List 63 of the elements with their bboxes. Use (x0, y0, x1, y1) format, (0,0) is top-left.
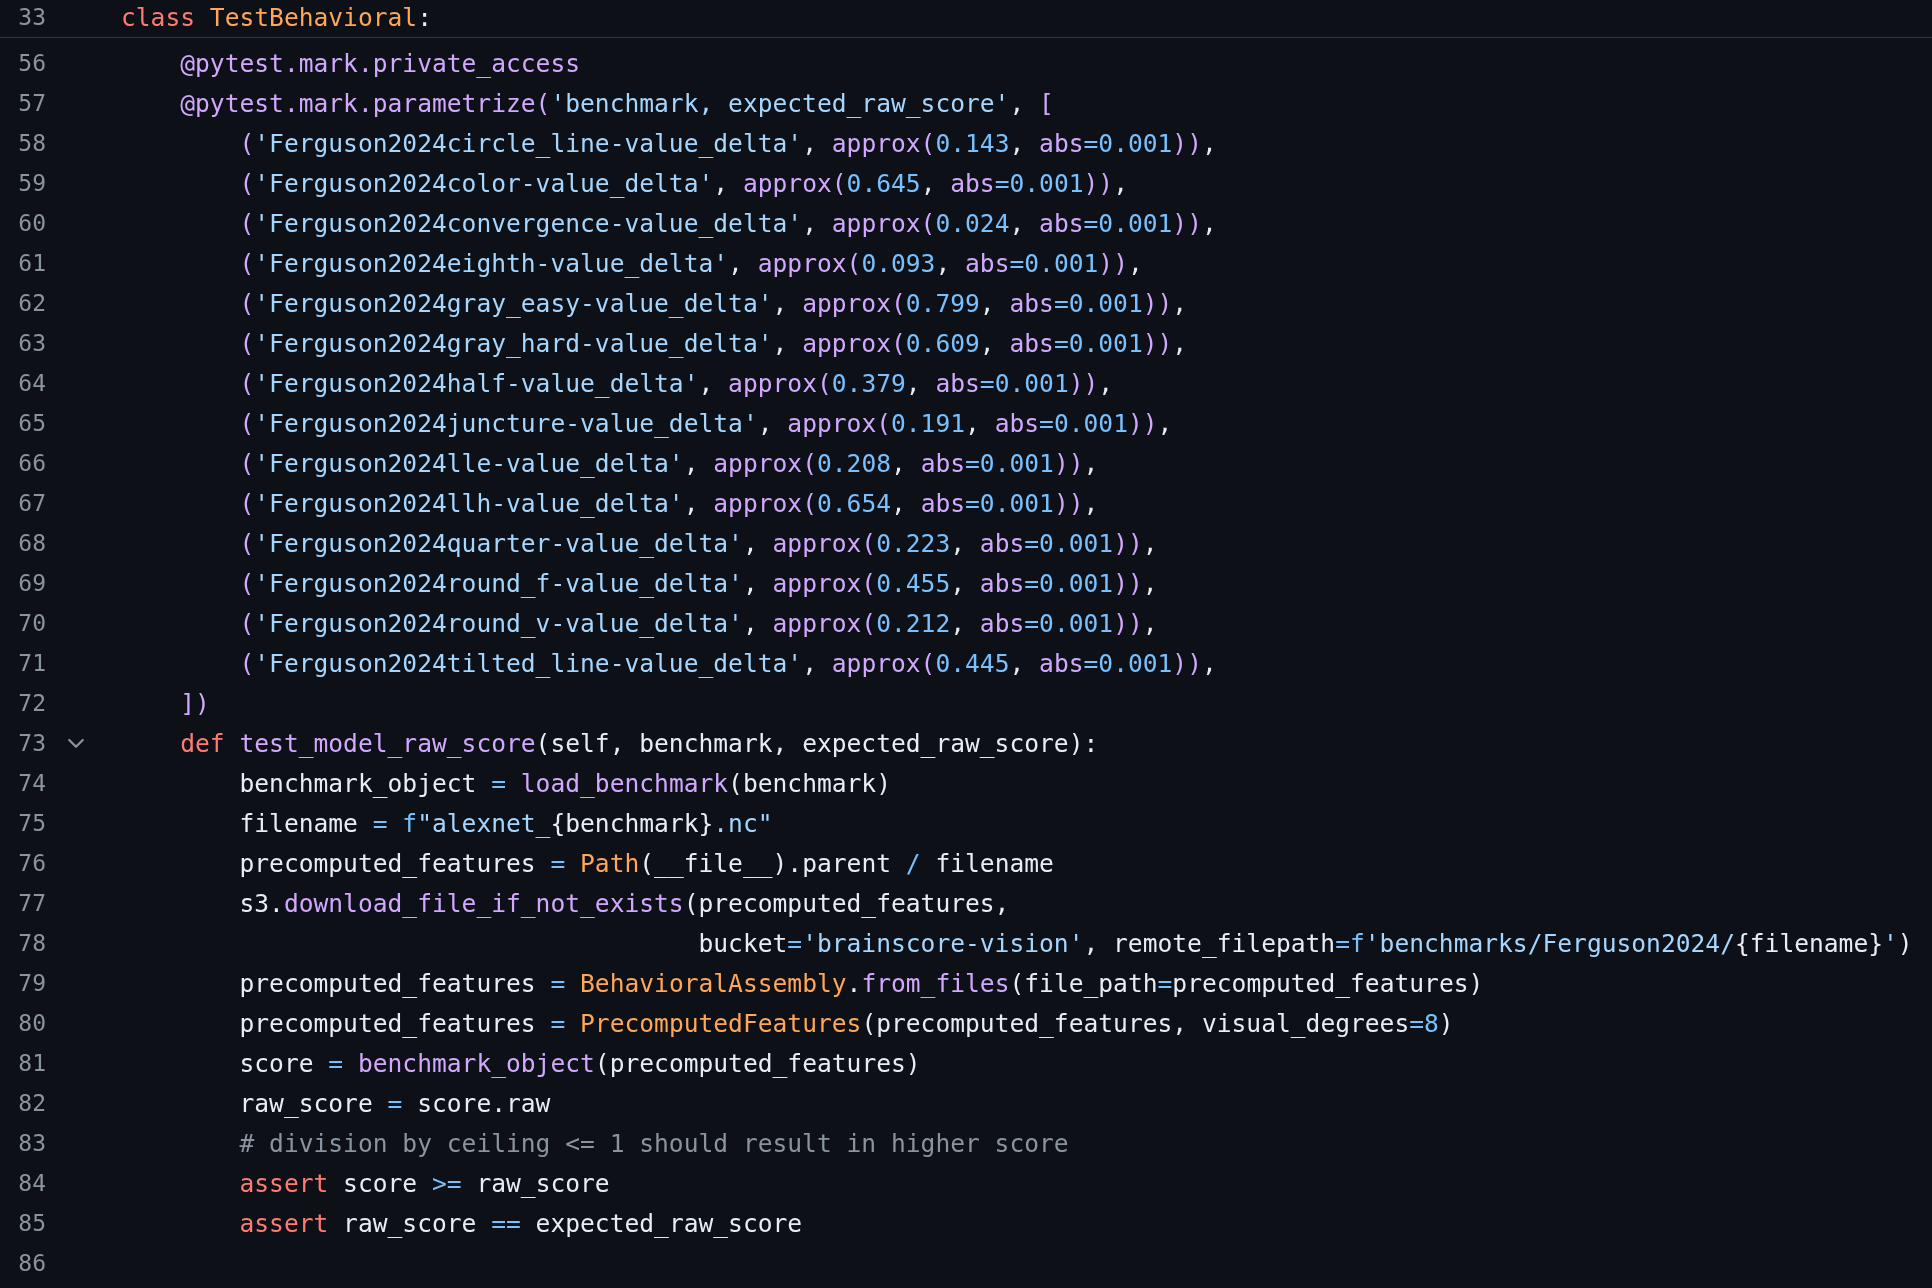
line-number: 66 (17, 450, 46, 476)
line-number: 83 (17, 1130, 46, 1156)
line-number: 86 (17, 1250, 46, 1276)
code-line: assert score >= raw_score (239, 1168, 610, 1198)
code-line: bucket='brainscore-vision', remote_filepath=f'benchmarks/Ferguson2024/{filename}') (698, 928, 1913, 958)
line-number: 68 (17, 530, 46, 556)
line-number: 63 (17, 330, 46, 356)
code-line: filename = f"alexnet_{benchmark}.nc" (239, 808, 773, 838)
line-number: 80 (17, 1010, 46, 1036)
code-line: @pytest.mark.private_access (180, 48, 580, 78)
code-line: # division by ceiling <= 1 should result in higher score (239, 1128, 1069, 1158)
code-line: ('Ferguson2024gray_hard-value_delta', approx(0.609, abs=0.001)), (239, 328, 1188, 358)
line-number: 60 (17, 210, 46, 236)
line-number: 69 (17, 570, 46, 596)
line-number: 64 (17, 370, 46, 396)
line-number: 65 (17, 410, 46, 436)
code-line: benchmark_object = load_benchmark(benchmark) (239, 768, 891, 798)
code-line: ('Ferguson2024lle-value_delta', approx(0.208, abs=0.001)), (239, 448, 1099, 478)
code-line: class TestBehavioral: (121, 2, 432, 32)
code-line: ('Ferguson2024convergence-value_delta', approx(0.024, abs=0.001)), (239, 208, 1217, 238)
line-number: 56 (17, 50, 46, 76)
line-number: 70 (17, 610, 46, 636)
code-line: ('Ferguson2024circle_line-value_delta', approx(0.143, abs=0.001)), (239, 128, 1217, 158)
code-line: ('Ferguson2024quarter-value_delta', approx(0.223, abs=0.001)), (239, 528, 1158, 558)
code-line: precomputed_features = Path(__file__).parent / filename (239, 848, 1054, 878)
code-line: ('Ferguson2024round_f-value_delta', approx(0.455, abs=0.001)), (239, 568, 1158, 598)
code-line: ('Ferguson2024tilted_line-value_delta', approx(0.445, abs=0.001)), (239, 648, 1217, 678)
code-line: precomputed_features = PrecomputedFeatures(precomputed_features, visual_degrees=8) (239, 1008, 1454, 1038)
code-line: assert raw_score == expected_raw_score (239, 1208, 803, 1238)
line-number: 78 (17, 930, 46, 956)
code-line: ('Ferguson2024juncture-value_delta', approx(0.191, abs=0.001)), (239, 408, 1173, 438)
line-number: 85 (17, 1210, 46, 1236)
line-number: 59 (17, 170, 46, 196)
line-number: 58 (17, 130, 46, 156)
line-number: 74 (17, 770, 46, 796)
line-number: 82 (17, 1090, 46, 1116)
line-number: 67 (17, 490, 46, 516)
code-line: ]) (180, 688, 210, 718)
line-number: 81 (17, 1050, 46, 1076)
line-number: 75 (17, 810, 46, 836)
code-line: precomputed_features = BehavioralAssembly.from_files(file_path=precomputed_features) (239, 968, 1484, 998)
line-number: 62 (17, 290, 46, 316)
code-line: ('Ferguson2024llh-value_delta', approx(0.654, abs=0.001)), (239, 488, 1099, 518)
code-line: ('Ferguson2024gray_easy-value_delta', approx(0.799, abs=0.001)), (239, 288, 1188, 318)
code-line: score = benchmark_object(precomputed_features) (239, 1048, 921, 1078)
code-line: ('Ferguson2024round_v-value_delta', approx(0.212, abs=0.001)), (239, 608, 1158, 638)
line-number: 61 (17, 250, 46, 276)
line-number: 79 (17, 970, 46, 996)
line-number: 84 (17, 1170, 46, 1196)
code-line: def test_model_raw_score(self, benchmark, expected_raw_score): (180, 728, 1099, 758)
line-number: 73 (17, 730, 46, 756)
code-line: ('Ferguson2024color-value_delta', approx(0.645, abs=0.001)), (239, 168, 1128, 198)
line-number: 76 (17, 850, 46, 876)
code-line: ('Ferguson2024eighth-value_delta', approx(0.093, abs=0.001)), (239, 248, 1143, 278)
line-number: 57 (17, 90, 46, 116)
line-number: 72 (17, 690, 46, 716)
line-number: 71 (17, 650, 46, 676)
code-line: ('Ferguson2024half-value_delta', approx(0.379, abs=0.001)), (239, 368, 1114, 398)
code-line: raw_score = score.raw (239, 1088, 551, 1118)
code-line: s3.download_file_if_not_exists(precomputed_features, (239, 888, 1010, 918)
line-number: 33 (17, 4, 46, 30)
line-number: 77 (17, 890, 46, 916)
code-line: @pytest.mark.parametrize('benchmark, expected_raw_score', [ (180, 88, 1054, 118)
